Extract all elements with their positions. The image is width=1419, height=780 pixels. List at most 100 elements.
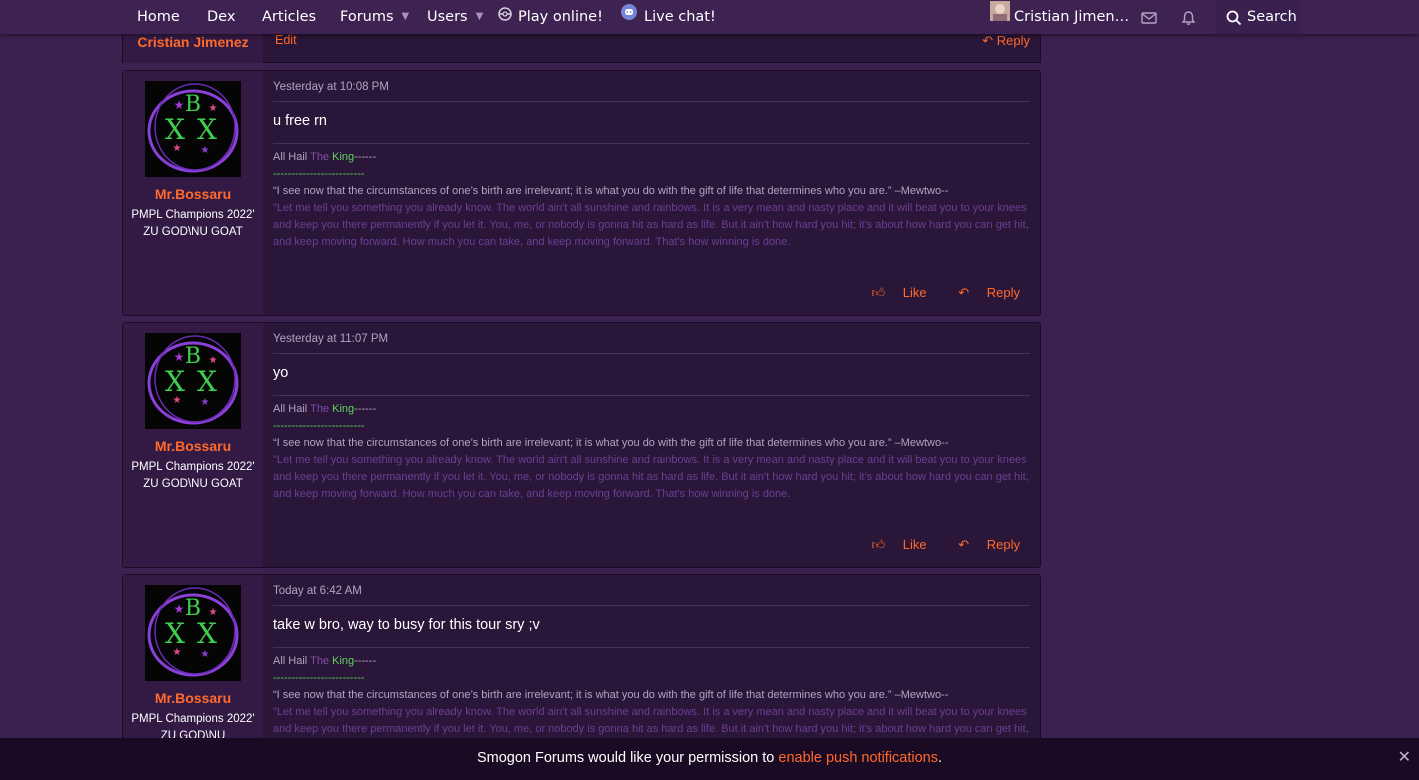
username[interactable]: Mr.Bossaru [123, 690, 263, 706]
discord-icon [620, 0, 638, 34]
sig-king: King [332, 151, 355, 163]
username[interactable]: Mr.Bossaru [123, 438, 263, 454]
nav-forums[interactable]: Forums ▼ [340, 0, 409, 34]
reply-button[interactable]: ↶ Reply [944, 285, 1020, 300]
sig-the: The [310, 403, 330, 415]
svg-text:X: X [165, 365, 185, 398]
post-body: u free rn [273, 113, 327, 129]
push-notification-message: Smogon Forums would like your permission… [0, 750, 1419, 766]
push-text: Smogon Forums would like your permission… [476, 750, 779, 766]
like-label: Like [902, 537, 927, 552]
search-label: Search [1247, 9, 1297, 25]
reply-label: Reply [986, 537, 1020, 552]
top-navigation: Home Dex Articles Forums ▼ Users ▼ Play on… [0, 0, 1419, 34]
avatar[interactable]: B X X ★ ★ ★ ★ [145, 585, 241, 681]
svg-text:★: ★ [173, 647, 182, 658]
nav-articles[interactable]: Articles [262, 0, 316, 34]
chevron-down-icon[interactable]: ▼ [476, 0, 484, 34]
sig-king: King [332, 655, 355, 667]
svg-text:X: X [165, 617, 185, 650]
sig-dashes: ------------------------- [273, 420, 365, 432]
like-button[interactable]: 👍︎ Like [858, 285, 927, 300]
nav-home[interactable]: Home [137, 0, 180, 34]
sig-dashes: ------------------------- [273, 672, 365, 684]
like-button[interactable]: 👍︎ Like [858, 537, 927, 552]
svg-text:X: X [165, 113, 185, 146]
search-button[interactable]: Search [1215, 0, 1300, 34]
sig-text: All Hail [273, 655, 311, 667]
sig-the: The [310, 151, 330, 163]
signature: All Hail The King------ ----------------… [273, 401, 1030, 503]
reply-button[interactable]: ↶ Reply [944, 537, 1020, 552]
edit-link[interactable]: Edit [275, 33, 297, 47]
nav-play-online[interactable]: Play online! [498, 0, 603, 34]
account-name: Cristian Jimen… [1014, 9, 1130, 25]
post: B X X ★ ★ ★ ★ Mr.Bossaru PMPL Champions 2022' … [122, 70, 1041, 316]
post-user-panel: B X X ★ ★ ★ ★ Mr.Bossaru PMPL Champions 2022' … [123, 71, 263, 315]
username[interactable]: Mr.Bossaru [123, 186, 263, 202]
divider [273, 647, 1030, 648]
reply-icon: ↶ [958, 537, 970, 552]
sig-quote-life: "Let me tell you something you already k… [273, 454, 1029, 500]
divider [273, 353, 1030, 354]
svg-text:★: ★ [173, 395, 182, 406]
svg-text:★: ★ [209, 607, 218, 618]
divider [273, 395, 1030, 396]
bell-icon[interactable] [1181, 1, 1196, 35]
post-date[interactable]: Yesterday at 11:07 PM [273, 333, 388, 345]
nav-live-chat[interactable]: Live chat! [620, 0, 716, 34]
account-menu[interactable]: Cristian Jimen… [990, 0, 1129, 34]
svg-text:★: ★ [174, 602, 185, 616]
reply-icon: ↶ [982, 33, 994, 48]
sig-trail: ------ [354, 151, 377, 163]
post-body: take w bro, way to busy for this tour sr… [273, 617, 540, 633]
like-label: Like [902, 285, 927, 300]
reply-button[interactable]: ↶ Reply [982, 33, 1030, 49]
post-body: yo [273, 365, 289, 381]
reply-icon: ↶ [958, 285, 970, 300]
nav-dex[interactable]: Dex [207, 0, 235, 34]
divider [273, 143, 1030, 144]
post-date[interactable]: Today at 6:42 AM [273, 585, 362, 597]
sig-quote-mewtwo: “I see now that the circumstances of one… [273, 437, 949, 449]
nav-home-label: Home [137, 9, 180, 25]
svg-text:X: X [197, 365, 217, 398]
post-date[interactable]: Yesterday at 10:08 PM [273, 81, 389, 93]
pokeball-icon [498, 0, 512, 34]
svg-text:★: ★ [201, 397, 210, 408]
divider [273, 101, 1030, 102]
svg-text:X: X [197, 113, 217, 146]
sig-quote-mewtwo: “I see now that the circumstances of one… [273, 185, 949, 197]
svg-text:★: ★ [209, 103, 218, 114]
sig-quote-life: "Let me tell you something you already k… [273, 202, 1029, 248]
svg-text:★: ★ [174, 350, 185, 364]
avatar[interactable]: B X X ★ ★ ★ ★ [145, 81, 241, 177]
enable-push-notifications-link[interactable]: enable push notifications [778, 750, 938, 766]
post: B X X ★ ★ ★ ★ Mr.Bossaru PMPL Champions 2022' … [122, 322, 1041, 568]
nav-live-chat-label: Live chat! [644, 9, 716, 25]
nav-users[interactable]: Users ▼ [427, 0, 483, 34]
nav-dex-label: Dex [207, 9, 236, 25]
sig-king: King [332, 403, 355, 415]
post-main: Yesterday at 10:08 PM u free rn All Hail… [273, 71, 1030, 315]
nav-forums-label: Forums [340, 9, 394, 25]
chevron-down-icon[interactable]: ▼ [402, 0, 410, 34]
thumbs-up-icon: 👍︎ [871, 537, 886, 552]
avatar[interactable]: B X X ★ ★ ★ ★ [145, 333, 241, 429]
svg-text:★: ★ [173, 143, 182, 154]
divider [273, 605, 1030, 606]
avatar [990, 0, 1010, 34]
nav-play-online-label: Play online! [518, 9, 603, 25]
user-title: PMPL Champions 2022' ZU GOD\NU GOAT [131, 209, 255, 238]
sig-trail: ------ [354, 655, 377, 667]
thumbs-up-icon: 👍︎ [871, 285, 886, 300]
nav-users-label: Users [427, 9, 468, 25]
username[interactable]: Cristian Jimenez [123, 34, 263, 50]
push-text-end: . [938, 750, 943, 766]
close-icon[interactable]: ✕ [1398, 747, 1411, 767]
svg-text:★: ★ [201, 145, 210, 156]
user-title: PMPL Champions 2022' ZU GOD\NU GOAT [131, 461, 255, 490]
svg-text:★: ★ [209, 355, 218, 366]
sig-quote-mewtwo: “I see now that the circumstances of one… [273, 689, 949, 701]
inbox-icon[interactable] [1141, 1, 1157, 35]
